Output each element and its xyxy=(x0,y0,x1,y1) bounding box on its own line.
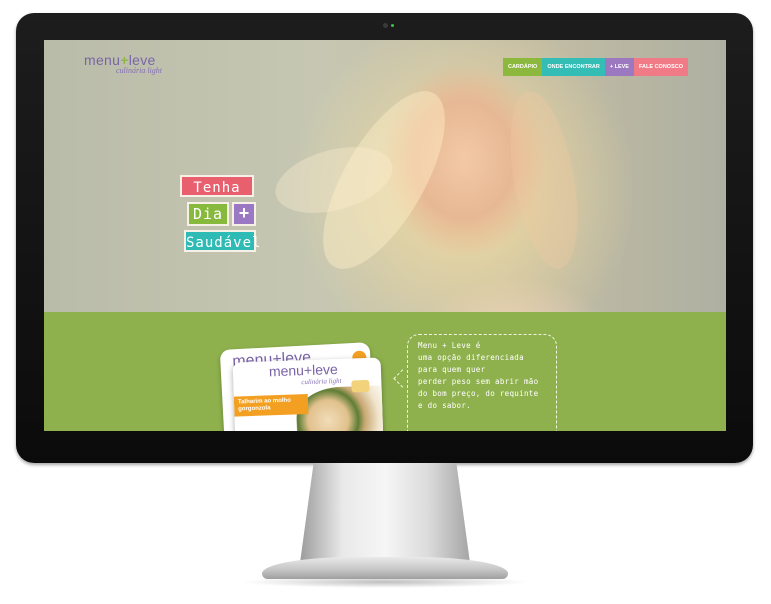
package-product-label: Talharim ao molho gorgonzola xyxy=(233,394,309,417)
nav-cardapio[interactable]: CARDÁPIO xyxy=(502,58,543,76)
camera-led-icon xyxy=(391,24,394,27)
website-screen: menu+leve culinária light CARDÁPIO ONDE … xyxy=(44,40,726,431)
dish-photo xyxy=(295,385,384,431)
hero-tagline-line3: Saudável xyxy=(184,230,260,252)
package-tagline: culinária light xyxy=(301,376,342,387)
monitor-stand-base xyxy=(262,557,508,579)
camera-icon xyxy=(383,23,388,28)
nav-fale-conosco[interactable]: FALE CONOSCO xyxy=(633,58,688,76)
logo-tagline: culinária light xyxy=(116,66,162,75)
product-package-front[interactable]: menu+leve culinária light Talharim ao mo… xyxy=(232,357,384,431)
hero-photo-hand xyxy=(498,86,590,274)
site-logo[interactable]: menu+leve culinária light xyxy=(84,52,162,75)
main-nav: CARDÁPIO ONDE ENCONTRAR + LEVE FALE CONO… xyxy=(502,58,688,76)
nav-onde-encontrar[interactable]: ONDE ENCONTRAR xyxy=(542,58,605,76)
hero-tagline-line1: Tenha um xyxy=(180,175,254,218)
hero-tagline-line2: Dia xyxy=(187,202,229,226)
plus-icon: + xyxy=(232,202,256,226)
nav-mais-leve[interactable]: + LEVE xyxy=(604,58,634,76)
about-text: Menu + Leve é uma opção diferenciada par… xyxy=(418,341,539,410)
hero-banner: menu+leve culinária light CARDÁPIO ONDE … xyxy=(44,40,726,312)
about-section: menu+leve menu+leve culinária light Talh… xyxy=(44,312,726,431)
cheese-icon xyxy=(351,379,370,393)
monitor-stand xyxy=(300,463,470,563)
